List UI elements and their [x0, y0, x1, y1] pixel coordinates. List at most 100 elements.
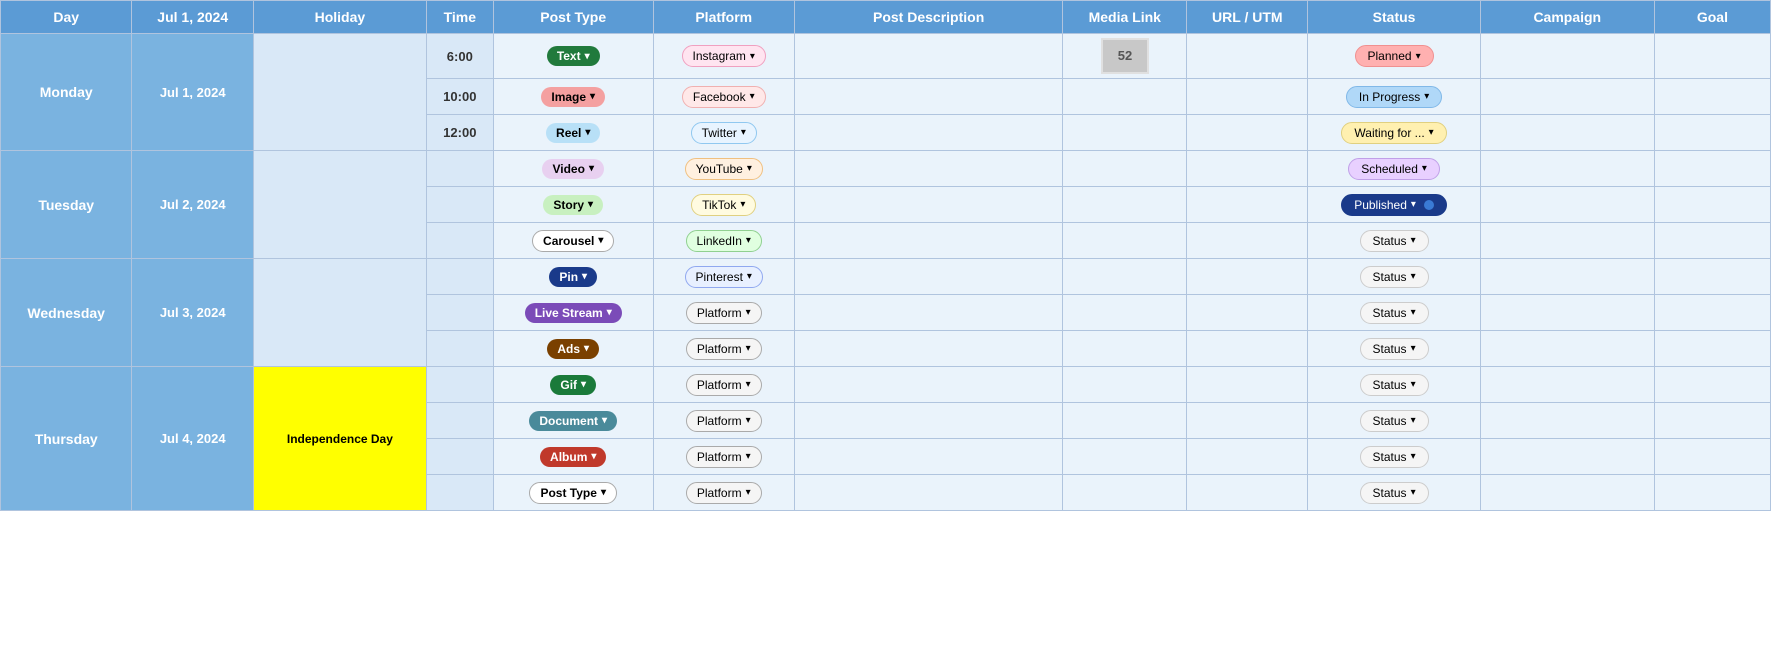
time-cell [426, 475, 493, 511]
url-utm-cell [1187, 223, 1308, 259]
holiday-cell [254, 34, 427, 151]
post-type-button[interactable]: Album ▾ [540, 447, 606, 467]
status-cell: Scheduled ▾ [1308, 151, 1480, 187]
post-type-button[interactable]: Carousel ▾ [532, 230, 614, 252]
platform-button[interactable]: LinkedIn ▾ [686, 230, 762, 252]
dropdown-arrow: ▾ [1411, 451, 1416, 462]
media-link-cell: 52 [1063, 34, 1187, 79]
post-type-cell: Album ▾ [493, 439, 653, 475]
platform-button[interactable]: Platform ▾ [686, 338, 762, 360]
platform-cell: Platform ▾ [653, 439, 794, 475]
media-link-cell [1063, 187, 1187, 223]
status-button[interactable]: Status ▾ [1360, 482, 1429, 504]
holiday-cell: Independence Day [254, 367, 427, 511]
platform-cell: Platform ▾ [653, 403, 794, 439]
dropdown-arrow: ▾ [1429, 127, 1434, 138]
content-calendar-table: Day Jul 1, 2024 Holiday Time Post Type P… [0, 0, 1771, 511]
time-cell [426, 331, 493, 367]
url-utm-cell [1187, 403, 1308, 439]
platform-cell: TikTok ▾ [653, 187, 794, 223]
dropdown-arrow: ▾ [746, 415, 751, 426]
post-type-cell: Carousel ▾ [493, 223, 653, 259]
post-type-button[interactable]: Ads ▾ [547, 339, 599, 359]
post-type-button[interactable]: Document ▾ [529, 411, 617, 431]
dropdown-arrow: ▾ [1411, 343, 1416, 354]
status-button[interactable]: Status ▾ [1360, 410, 1429, 432]
dropdown-arrow: ▾ [601, 487, 606, 498]
dropdown-arrow: ▾ [1411, 271, 1416, 282]
dropdown-arrow: ▾ [602, 415, 607, 426]
url-utm-cell [1187, 79, 1308, 115]
time-cell: 10:00 [426, 79, 493, 115]
platform-button[interactable]: TikTok ▾ [691, 194, 756, 216]
post-description-cell [794, 151, 1062, 187]
post-type-button[interactable]: Image ▾ [541, 87, 605, 107]
status-button[interactable]: Status ▾ [1360, 446, 1429, 468]
col-goal: Goal [1654, 1, 1770, 34]
dropdown-arrow: ▾ [585, 51, 590, 62]
platform-button[interactable]: Pinterest ▾ [685, 266, 763, 288]
dropdown-arrow: ▾ [746, 307, 751, 318]
dropdown-arrow: ▾ [746, 343, 751, 354]
dropdown-arrow: ▾ [1411, 199, 1416, 210]
post-type-button[interactable]: Text ▾ [547, 46, 600, 66]
post-type-button[interactable]: Story ▾ [543, 195, 603, 215]
status-button[interactable]: Status ▾ [1360, 374, 1429, 396]
status-button[interactable]: In Progress ▾ [1346, 86, 1442, 108]
platform-button[interactable]: YouTube ▾ [685, 158, 763, 180]
platform-button[interactable]: Platform ▾ [686, 410, 762, 432]
post-description-cell [794, 295, 1062, 331]
post-type-button[interactable]: Reel ▾ [546, 123, 600, 143]
platform-button[interactable]: Facebook ▾ [682, 86, 766, 108]
dropdown-arrow: ▾ [591, 451, 596, 462]
dropdown-arrow: ▾ [746, 379, 751, 390]
post-type-button[interactable]: Pin ▾ [549, 267, 597, 287]
status-button[interactable]: Status ▾ [1360, 338, 1429, 360]
status-button[interactable]: Status ▾ [1360, 266, 1429, 288]
campaign-cell [1480, 187, 1654, 223]
platform-button[interactable]: Platform ▾ [686, 374, 762, 396]
platform-button[interactable]: Platform ▾ [686, 302, 762, 324]
status-button[interactable]: Status ▾ [1360, 302, 1429, 324]
campaign-cell [1480, 223, 1654, 259]
dropdown-arrow: ▾ [746, 235, 751, 246]
status-button[interactable]: Published ▾ [1341, 194, 1447, 216]
post-type-button[interactable]: Video ▾ [542, 159, 604, 179]
media-link-cell [1063, 475, 1187, 511]
platform-button[interactable]: Platform ▾ [686, 482, 762, 504]
platform-button[interactable]: Instagram ▾ [682, 45, 766, 67]
post-type-button[interactable]: Post Type ▾ [529, 482, 617, 504]
time-cell [426, 223, 493, 259]
media-thumbnail[interactable]: 52 [1101, 38, 1149, 74]
col-status: Status [1308, 1, 1480, 34]
status-button[interactable]: Scheduled ▾ [1348, 158, 1440, 180]
date-cell: Jul 4, 2024 [132, 367, 254, 511]
post-type-button[interactable]: Live Stream ▾ [525, 303, 622, 323]
post-type-cell: Text ▾ [493, 34, 653, 79]
dropdown-arrow: ▾ [588, 199, 593, 210]
url-utm-cell [1187, 367, 1308, 403]
platform-button[interactable]: Platform ▾ [686, 446, 762, 468]
goal-cell [1654, 34, 1770, 79]
post-type-cell: Reel ▾ [493, 115, 653, 151]
campaign-cell [1480, 295, 1654, 331]
status-button[interactable]: Planned ▾ [1355, 45, 1434, 67]
dropdown-arrow: ▾ [585, 127, 590, 138]
post-description-cell [794, 439, 1062, 475]
post-type-button[interactable]: Gif ▾ [550, 375, 596, 395]
dropdown-arrow: ▾ [582, 271, 587, 282]
col-media-link: Media Link [1063, 1, 1187, 34]
campaign-cell [1480, 403, 1654, 439]
status-button[interactable]: Status ▾ [1360, 230, 1429, 252]
platform-button[interactable]: Twitter ▾ [691, 122, 757, 144]
platform-cell: Instagram ▾ [653, 34, 794, 79]
dropdown-arrow: ▾ [598, 235, 603, 246]
platform-cell: Platform ▾ [653, 367, 794, 403]
status-button[interactable]: Waiting for ... ▾ [1341, 122, 1446, 144]
col-day: Day [1, 1, 132, 34]
platform-cell: Platform ▾ [653, 295, 794, 331]
media-link-cell [1063, 115, 1187, 151]
dropdown-arrow: ▾ [747, 271, 752, 282]
platform-cell: YouTube ▾ [653, 151, 794, 187]
col-holiday: Holiday [254, 1, 427, 34]
